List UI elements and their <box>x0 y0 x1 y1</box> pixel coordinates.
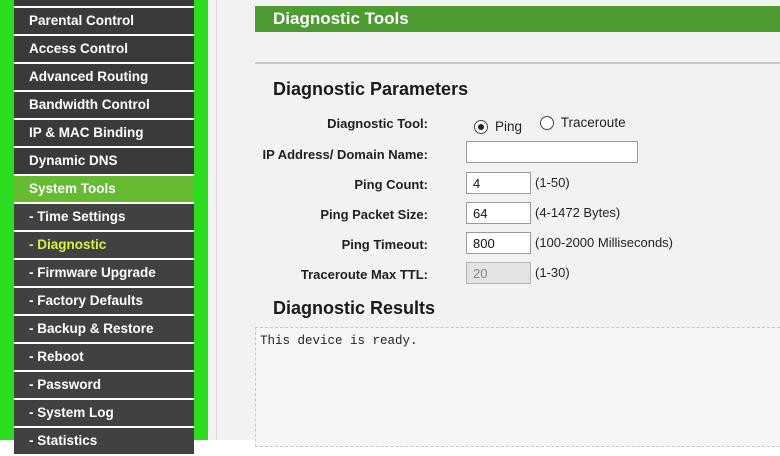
sidebar-item-password[interactable]: - Password <box>14 372 194 398</box>
diagnostic-parameters-heading: Diagnostic Parameters <box>273 79 469 99</box>
section-divider <box>255 62 780 64</box>
traceroute-ttl-hint: (1-30) <box>535 265 570 280</box>
sidebar-item-ip-and-mac-binding[interactable]: IP & MAC Binding <box>14 120 194 146</box>
sidebar-item-firmware-upgrade[interactable]: - Firmware Upgrade <box>14 260 194 286</box>
traceroute-radio[interactable]: Traceroute <box>539 115 626 130</box>
sidebar-item-access-control[interactable]: Access Control <box>14 36 194 62</box>
packet-size-hint: (4-1472 Bytes) <box>535 205 621 220</box>
sidebar-item-system-log[interactable]: - System Log <box>14 400 194 426</box>
diagnostic-results-output: This device is ready. <box>255 327 780 447</box>
main-content: Diagnostic Tools Diagnostic Parameters D… <box>208 0 780 447</box>
traceroute-radio-button[interactable] <box>539 115 554 130</box>
ping-timeout-label: Ping Timeout: <box>341 237 428 252</box>
sidebar-item-time-settings[interactable]: - Time Settings <box>14 204 194 230</box>
sidebar: Security Parental ControlAccess ControlAd… <box>0 0 208 454</box>
sidebar-item-diagnostic[interactable]: - Diagnostic <box>14 232 194 258</box>
sidebar-left-highlight <box>0 0 14 440</box>
sidebar-item-backup-and-restore[interactable]: - Backup & Restore <box>14 316 194 342</box>
sidebar-menu: Security Parental ControlAccess ControlAd… <box>14 0 194 456</box>
ip-address-label: IP Address/ Domain Name: <box>262 147 428 162</box>
ping-count-hint: (1-50) <box>535 175 570 190</box>
ping-radio[interactable]: Ping <box>474 119 522 134</box>
ping-timeout-hint: (100-2000 Milliseconds) <box>535 235 674 250</box>
sidebar-item-reboot[interactable]: - Reboot <box>14 344 194 370</box>
packet-size-input[interactable] <box>466 202 531 224</box>
diagnostic-tool-radio-group: Ping Traceroute <box>474 115 640 134</box>
ip-address-input[interactable] <box>466 141 638 163</box>
packet-size-label: Ping Packet Size: <box>320 207 428 222</box>
diagnostic-results-heading: Diagnostic Results <box>273 298 436 318</box>
ping-timeout-input[interactable] <box>466 232 531 254</box>
sidebar-item-statistics[interactable]: - Statistics <box>14 428 194 454</box>
traceroute-radio-label: Traceroute <box>560 115 626 130</box>
sidebar-item-factory-defaults[interactable]: - Factory Defaults <box>14 288 194 314</box>
sidebar-item-security[interactable]: Security <box>14 0 194 6</box>
ping-radio-label: Ping <box>495 119 523 134</box>
ping-count-input[interactable] <box>466 172 531 194</box>
page-title: Diagnostic Tools <box>255 6 780 32</box>
sidebar-item-advanced-routing[interactable]: Advanced Routing <box>14 64 194 90</box>
diagnostic-tool-label: Diagnostic Tool: <box>327 116 428 131</box>
ping-radio-button[interactable] <box>474 119 488 134</box>
sidebar-item-bandwidth-control[interactable]: Bandwidth Control <box>14 92 194 118</box>
traceroute-ttl-input <box>466 262 531 284</box>
sidebar-item-parental-control[interactable]: Parental Control <box>14 8 194 34</box>
traceroute-ttl-label: Traceroute Max TTL: <box>300 267 428 282</box>
sidebar-item-dynamic-dns[interactable]: Dynamic DNS <box>14 148 194 174</box>
sidebar-right-highlight <box>194 0 208 440</box>
ping-count-label: Ping Count: <box>354 177 428 192</box>
sidebar-item-system-tools[interactable]: System Tools <box>14 176 194 202</box>
